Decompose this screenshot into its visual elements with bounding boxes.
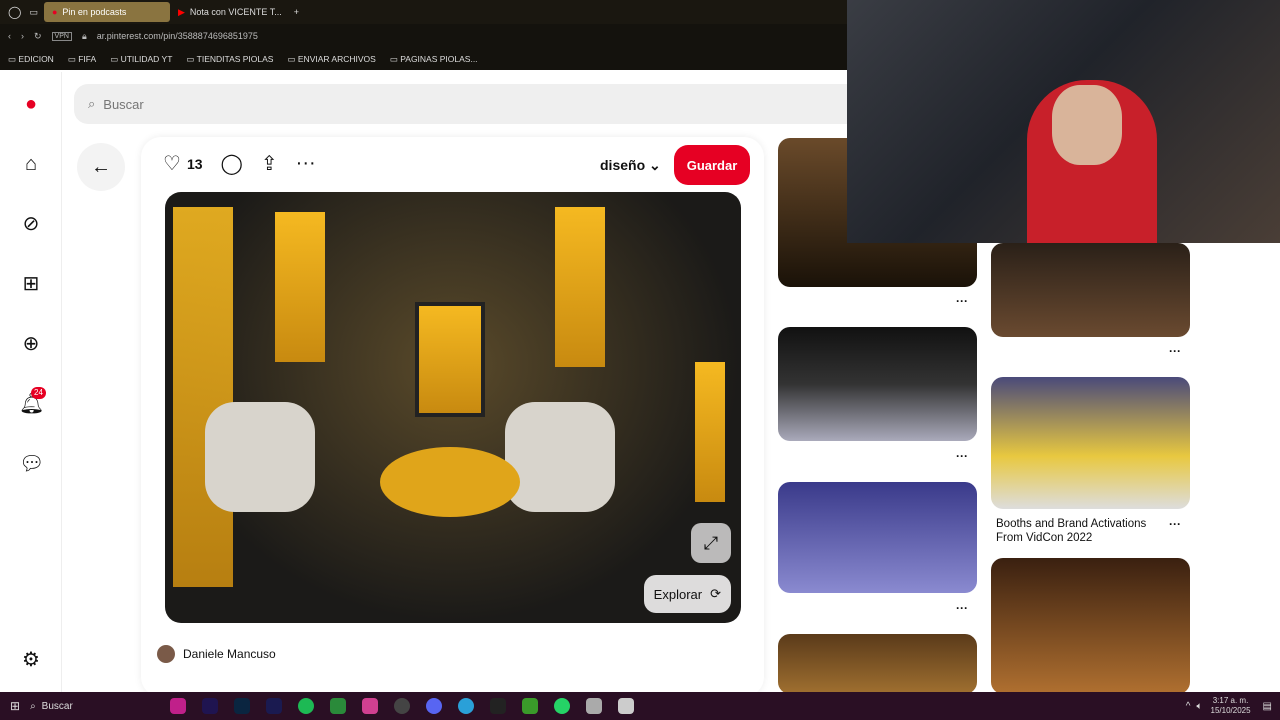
tab-youtube[interactable]: ▶ Nota con VICENTE T...: [170, 2, 290, 22]
related-pin[interactable]: [991, 377, 1190, 509]
tray-chevron-icon[interactable]: ^: [1186, 701, 1191, 712]
premiere-app-icon[interactable]: [201, 698, 218, 714]
notification-badge: 24: [31, 387, 46, 399]
board-selector[interactable]: diseño ⌄: [600, 157, 661, 174]
after-effects-app-icon[interactable]: [265, 698, 282, 714]
url-field[interactable]: ar.pinterest.com/pin/3588874696851975: [97, 31, 258, 41]
opera-logo-icon[interactable]: ◯: [8, 5, 21, 19]
taskbar: ⊞ ⌕ Buscar ^ 🔈︎ 3:17 a. m. 15/10/2025 ▤: [0, 692, 1280, 720]
youtube-icon: ▶: [177, 6, 185, 17]
author[interactable]: Daniele Mancuso: [157, 645, 276, 663]
more-icon[interactable]: ···: [1169, 344, 1181, 358]
chevron-down-icon: ⌄: [649, 157, 661, 173]
app-icon[interactable]: [329, 698, 346, 714]
forward-nav-icon[interactable]: ›: [21, 31, 24, 41]
discord-app-icon[interactable]: [425, 698, 442, 714]
bookmark-folder[interactable]: PAGINAS PIOLAS...: [390, 54, 477, 65]
back-button[interactable]: ←: [77, 143, 125, 191]
photoshop-app-icon[interactable]: [233, 698, 250, 714]
more-icon[interactable]: ···: [296, 152, 316, 175]
bookmark-folder[interactable]: EDICION: [8, 54, 53, 65]
search-bar[interactable]: ⌕ Buscar: [74, 84, 874, 124]
home-icon[interactable]: ⌂: [19, 152, 43, 176]
whatsapp-app-icon[interactable]: [553, 698, 570, 714]
app-icon[interactable]: [361, 698, 378, 714]
like-count: 13: [186, 155, 203, 172]
expand-icon: ⤢: [703, 533, 719, 553]
workspace-icon[interactable]: ▭: [29, 7, 38, 18]
tab-pinterest[interactable]: ● Pin en podcasts: [43, 2, 170, 22]
messages-icon[interactable]: 💬︎: [19, 452, 44, 476]
bookmark-folder[interactable]: ENVIAR ARCHIVOS: [287, 54, 376, 65]
save-button[interactable]: Guardar: [674, 145, 750, 185]
heart-icon[interactable]: ♡: [163, 151, 181, 176]
more-icon[interactable]: ···: [956, 601, 968, 615]
taskbar-search-icon: ⌕: [30, 700, 36, 712]
lock-icon: 🔒︎: [81, 30, 87, 41]
related-pin[interactable]: [778, 634, 977, 694]
pin-image[interactable]: ⤢ Explorar ⟳: [165, 192, 741, 623]
back-nav-icon[interactable]: ‹: [8, 31, 11, 41]
related-pin[interactable]: [778, 327, 977, 441]
search-icon: ⌕: [88, 96, 96, 111]
opera-app-icon[interactable]: [169, 698, 186, 714]
bookmark-folder[interactable]: TIENDITAS PIOLAS: [186, 54, 274, 65]
windows-start-icon[interactable]: ⊞: [10, 699, 20, 713]
taskbar-search[interactable]: Buscar: [42, 701, 162, 712]
reload-icon[interactable]: ↻: [34, 31, 42, 42]
app-icon[interactable]: [617, 698, 634, 714]
clock[interactable]: 3:17 a. m. 15/10/2025: [1211, 696, 1251, 716]
app-icon[interactable]: [585, 698, 602, 714]
avatar: [157, 645, 175, 663]
visual-search-icon: ⟳: [710, 586, 721, 601]
related-pin[interactable]: [991, 243, 1190, 337]
comment-icon[interactable]: ◯: [221, 151, 243, 176]
webcam-overlay: [847, 0, 1280, 243]
vpn-badge[interactable]: VPN: [51, 31, 72, 41]
related-pin[interactable]: [991, 558, 1190, 694]
settings-icon[interactable]: ⚙: [19, 648, 43, 672]
new-tab-button[interactable]: +: [294, 7, 299, 17]
expand-button[interactable]: ⤢: [691, 523, 731, 563]
notification-center-icon[interactable]: ▤: [1263, 701, 1272, 712]
telegram-app-icon[interactable]: [457, 698, 474, 714]
notifications-icon[interactable]: 🔔︎ 24: [19, 387, 46, 416]
volume-icon[interactable]: 🔈︎: [1197, 701, 1203, 712]
spotify-app-icon[interactable]: [297, 698, 314, 714]
arrow-left-icon: ←: [91, 156, 111, 178]
explore-button[interactable]: Explorar ⟳: [643, 575, 731, 613]
bookmark-folder[interactable]: FIFA: [68, 54, 96, 65]
more-icon[interactable]: ···: [1169, 517, 1181, 531]
explore-icon[interactable]: ⊘: [19, 212, 43, 236]
share-icon[interactable]: ⇪: [261, 151, 278, 176]
app-icon[interactable]: [489, 698, 506, 714]
sidebar: ● ⌂ ⊘ ⊞ ⊕ 🔔︎ 24 💬︎ ⚙: [0, 72, 62, 692]
pin-card: ♡ 13 ◯ ⇪ ··· diseño ⌄ Guardar ⤢ Explorar…: [141, 137, 764, 697]
more-icon[interactable]: ···: [956, 294, 968, 308]
related-pin-title[interactable]: Booths and Brand Activations From VidCon…: [996, 517, 1166, 545]
more-icon[interactable]: ···: [956, 449, 968, 463]
minecraft-app-icon[interactable]: [521, 698, 538, 714]
app-icon[interactable]: [393, 698, 410, 714]
bookmark-folder[interactable]: UTILIDAD YT: [110, 54, 173, 65]
related-pin[interactable]: [778, 482, 977, 593]
boards-icon[interactable]: ⊞: [19, 272, 43, 296]
search-input[interactable]: Buscar: [103, 97, 143, 112]
create-icon[interactable]: ⊕: [19, 332, 43, 356]
pinterest-icon: ●: [51, 7, 58, 17]
pinterest-logo-icon[interactable]: ●: [19, 92, 43, 116]
